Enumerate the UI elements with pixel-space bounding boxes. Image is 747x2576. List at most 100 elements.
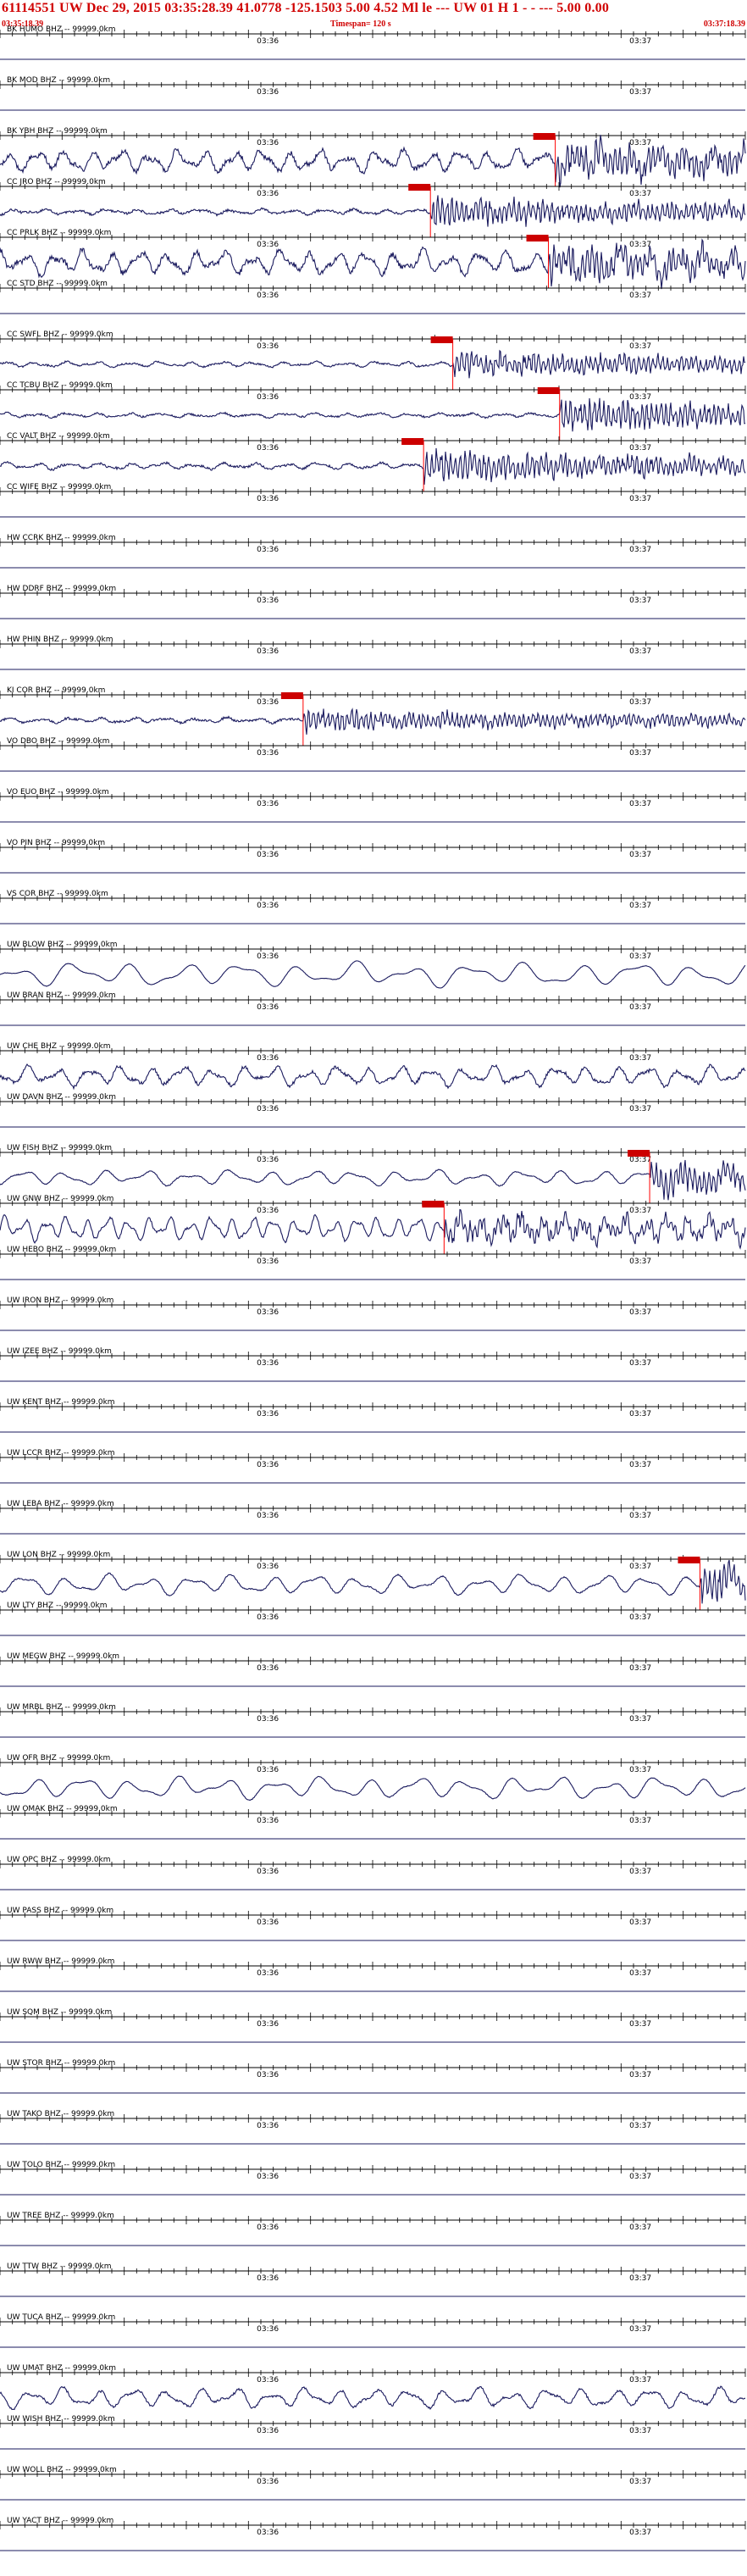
channel-label: UW TOLO BHZ -- 99999.0km <box>7 2161 115 2169</box>
time-tick-label: 03:36 <box>257 2478 279 2486</box>
channel-label: UW IZEE BHZ -- 99999.0km <box>7 1347 112 1356</box>
time-tick-label: 03:36 <box>257 647 279 656</box>
time-tick-label: 03:37 <box>629 393 651 402</box>
time-tick-label: 03:37 <box>629 2427 651 2435</box>
time-tick-label: 03:36 <box>257 1054 279 1063</box>
time-tick-label: 03:37 <box>629 2122 651 2130</box>
time-tick-label: 03:36 <box>257 1359 279 1368</box>
time-tick-label: 03:37 <box>629 2325 651 2334</box>
channel-label: UW OPC BHZ -- 99999.0km <box>7 1856 111 1864</box>
time-tick-label: 03:37 <box>629 647 651 656</box>
time-tick-label: 03:37 <box>629 1766 651 1774</box>
channel-label: UW KENT BHZ -- 99999.0km <box>7 1398 115 1407</box>
time-tick-label: 03:36 <box>257 2427 279 2435</box>
phase-pick-flag <box>422 1201 445 1208</box>
time-tick-label: 03:37 <box>629 1664 651 1673</box>
channel-label: CC PRLK BHZ -- 99999.0km <box>7 229 111 237</box>
time-tick-label: 03:36 <box>257 2223 279 2232</box>
channel-label: BK MOD BHZ -- 99999.0km <box>7 76 110 85</box>
time-tick-label: 03:37 <box>629 495 651 503</box>
time-tick-label: 03:37 <box>629 1359 651 1368</box>
channel-label: UW MRBL BHZ -- 99999.0km <box>7 1703 116 1712</box>
channel-label: UW BLOW BHZ -- 99999.0km <box>7 941 118 949</box>
channel-label: UW TAKO BHZ -- 99999.0km <box>7 2110 114 2118</box>
seismogram-plot: 03:36 03:37 BK HUMO BHZ -- 99999.0km 03:36 0… <box>0 25 746 2551</box>
channel-label: UW LCCR BHZ -- 99999.0km <box>7 1449 115 1457</box>
time-tick-label: 03:37 <box>629 1156 651 1164</box>
time-tick-label: 03:36 <box>257 800 279 808</box>
waveform-trace <box>0 1775 746 1802</box>
waveform-trace <box>0 397 746 432</box>
time-tick-label: 03:37 <box>629 1817 651 1825</box>
time-tick-label: 03:37 <box>629 88 651 97</box>
time-tick-label: 03:36 <box>257 1613 279 1622</box>
time-tick-label: 03:37 <box>629 2376 651 2384</box>
channel-label: UW RWW BHZ -- 99999.0km <box>7 1957 114 1966</box>
channel-label: VS COR BHZ -- 99999.0km <box>7 890 108 898</box>
time-tick-label: 03:37 <box>629 1918 651 1927</box>
channel-label: BK YBH BHZ -- 99999.0km <box>7 127 108 136</box>
channel-label: VO EUO BHZ -- 99999.0km <box>7 788 109 797</box>
time-tick-label: 03:36 <box>257 1257 279 1266</box>
time-tick-label: 03:37 <box>629 1207 651 1215</box>
channel-label: UW TREE BHZ -- 99999.0km <box>7 2212 114 2220</box>
channel-label: KI COR BHZ -- 99999.0km <box>7 686 105 695</box>
time-tick-label: 03:37 <box>629 1563 651 1571</box>
time-tick-label: 03:37 <box>629 2223 651 2232</box>
channel-label: UW SQM BHZ -- 99999.0km <box>7 2008 112 2017</box>
time-tick-label: 03:36 <box>257 88 279 97</box>
waveform-trace <box>0 349 746 379</box>
time-tick-label: 03:36 <box>257 1969 279 1978</box>
time-tick-label: 03:36 <box>257 698 279 707</box>
channel-label: UW LEBA BHZ -- 99999.0km <box>7 1500 114 1508</box>
time-tick-label: 03:36 <box>257 37 279 46</box>
time-tick-label: 03:36 <box>257 190 279 198</box>
time-tick-label: 03:36 <box>257 1308 279 1317</box>
time-tick-label: 03:36 <box>257 1156 279 1164</box>
channel-label: UW LTY BHZ -- 99999.0km <box>7 1602 108 1610</box>
time-tick-label: 03:37 <box>629 1308 651 1317</box>
phase-pick-flag <box>280 692 303 699</box>
time-tick-label: 03:36 <box>257 241 279 249</box>
time-tick-label: 03:37 <box>629 342 651 351</box>
time-tick-label: 03:37 <box>629 2020 651 2029</box>
time-tick-label: 03:37 <box>629 1410 651 1418</box>
time-tick-label: 03:36 <box>257 1461 279 1469</box>
time-tick-label: 03:36 <box>257 749 279 758</box>
time-tick-label: 03:36 <box>257 2274 279 2283</box>
time-tick-label: 03:36 <box>257 1563 279 1571</box>
time-tick-label: 03:36 <box>257 1766 279 1774</box>
time-tick-label: 03:37 <box>629 291 651 300</box>
phase-pick-flag <box>526 235 549 242</box>
time-tick-label: 03:37 <box>629 1512 651 1520</box>
time-tick-label: 03:37 <box>629 851 651 859</box>
time-tick-label: 03:37 <box>629 2529 651 2537</box>
time-tick-label: 03:37 <box>629 1461 651 1469</box>
channel-label: UW TUCA BHZ -- 99999.0km <box>7 2313 115 2322</box>
channel-label: HW CCRK BHZ -- 99999.0km <box>7 534 116 542</box>
time-tick-label: 03:37 <box>629 698 651 707</box>
channel-label: UW GNW BHZ -- 99999.0km <box>7 1195 113 1203</box>
time-tick-label: 03:37 <box>629 1105 651 1113</box>
time-tick-label: 03:36 <box>257 597 279 605</box>
time-tick-label: 03:37 <box>629 1868 651 1876</box>
time-tick-label: 03:37 <box>629 749 651 758</box>
time-tick-label: 03:37 <box>629 902 651 910</box>
channel-label: UW IRON BHZ -- 99999.0km <box>7 1296 113 1305</box>
time-tick-label: 03:37 <box>629 800 651 808</box>
channel-label: UW STOR BHZ -- 99999.0km <box>7 2059 115 2068</box>
channel-label: UW WISH BHZ -- 99999.0km <box>7 2415 115 2423</box>
phase-pick-flag <box>678 1557 700 1563</box>
time-tick-label: 03:36 <box>257 851 279 859</box>
time-tick-label: 03:36 <box>257 1512 279 1520</box>
time-tick-label: 03:37 <box>629 1613 651 1622</box>
channel-label: CC STD BHZ -- 99999.0km <box>7 280 108 288</box>
channel-label: UW FISH BHZ -- 99999.0km <box>7 1144 112 1152</box>
phase-pick-flag <box>537 387 560 394</box>
time-tick-label: 03:36 <box>257 2529 279 2537</box>
time-tick-label: 03:37 <box>629 1054 651 1063</box>
waveform-trace <box>0 447 746 485</box>
time-tick-label: 03:37 <box>629 241 651 249</box>
time-tick-label: 03:36 <box>257 1664 279 1673</box>
channel-label: UW OFR BHZ -- 99999.0km <box>7 1754 110 1763</box>
